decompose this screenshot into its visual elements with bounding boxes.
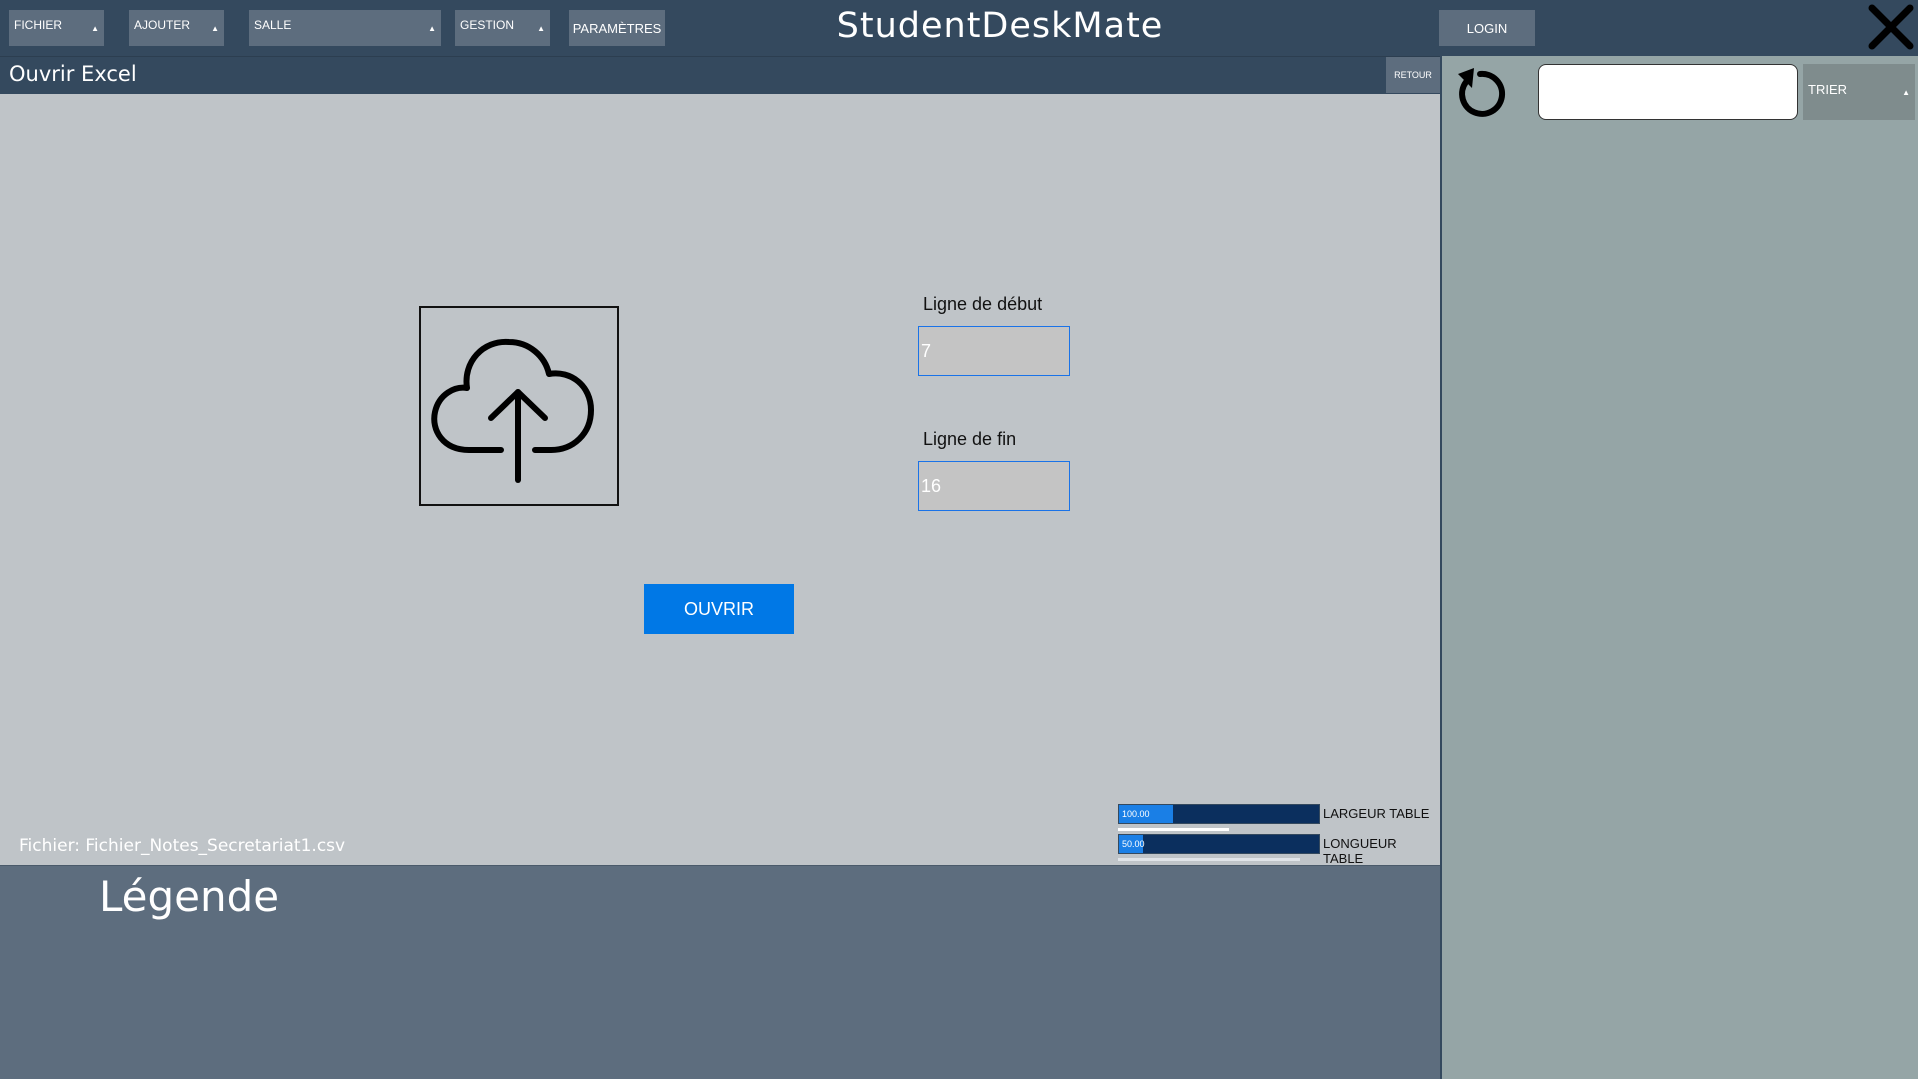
start-line-label: Ligne de début: [923, 294, 1043, 314]
gestion-menu[interactable]: GESTION ▲: [455, 10, 550, 46]
table-length-scrollbar-thumb[interactable]: [1118, 858, 1300, 861]
top-bar: FICHIER ▲ AJOUTER ▲ SALLE ▲ GESTION ▲ PA…: [0, 0, 1918, 56]
undo-icon[interactable]: [1450, 62, 1510, 122]
fichier-menu-label: FICHIER: [14, 18, 62, 32]
legend-panel: Légende: [0, 865, 1440, 1079]
table-length-value: 50.00: [1122, 839, 1145, 849]
ajouter-menu-label: AJOUTER: [134, 18, 191, 32]
sub-header: Ouvrir Excel RETOUR: [0, 56, 1440, 94]
salle-menu-label: SALLE: [254, 18, 292, 32]
table-width-value: 100.00: [1122, 809, 1150, 819]
caret-up-icon: ▲: [428, 24, 436, 33]
main-panel: Ligne de début Ligne de fin OUVRIR Fichi…: [0, 94, 1440, 866]
end-line-input[interactable]: [918, 461, 1070, 511]
table-width-scrollbar-thumb[interactable]: [1118, 828, 1230, 831]
cloud-upload-icon: [431, 338, 594, 483]
sort-dropdown[interactable]: TRIER ▲: [1803, 64, 1915, 120]
login-button[interactable]: LOGIN: [1439, 10, 1535, 46]
fichier-menu[interactable]: FICHIER ▲: [9, 10, 104, 46]
close-icon[interactable]: [1862, 0, 1918, 56]
table-width-scrollbar[interactable]: [1118, 828, 1320, 831]
right-sidebar: TRIER ▲: [1440, 56, 1918, 1079]
upload-dropzone[interactable]: [419, 306, 619, 506]
caret-up-icon: ▲: [91, 24, 99, 33]
start-line-input[interactable]: [918, 326, 1070, 376]
parametres-button[interactable]: PARAMÈTRES: [569, 10, 665, 46]
legend-title: Légende: [99, 872, 280, 921]
salle-menu[interactable]: SALLE ▲: [249, 10, 441, 46]
table-length-slider[interactable]: 50.00: [1118, 834, 1320, 854]
caret-up-icon: ▲: [1902, 88, 1910, 97]
gestion-menu-label: GESTION: [460, 18, 515, 32]
search-input[interactable]: [1538, 64, 1798, 120]
end-line-label: Ligne de fin: [923, 429, 1017, 449]
back-button[interactable]: RETOUR: [1386, 57, 1440, 93]
page-title: Ouvrir Excel: [9, 62, 137, 86]
table-length-label: LONGUEUR TABLE: [1323, 836, 1397, 866]
table-length-scrollbar[interactable]: [1118, 858, 1320, 861]
table-width-slider[interactable]: 100.00: [1118, 804, 1320, 824]
ajouter-menu[interactable]: AJOUTER ▲: [129, 10, 224, 46]
sort-dropdown-label: TRIER: [1808, 82, 1847, 97]
caret-up-icon: ▲: [537, 24, 545, 33]
open-button[interactable]: OUVRIR: [644, 584, 794, 634]
caret-up-icon: ▲: [211, 24, 219, 33]
table-width-label: LARGEUR TABLE: [1323, 806, 1430, 821]
app-title: StudentDeskMate: [836, 6, 1164, 46]
file-name-label: Fichier: Fichier_Notes_Secretariat1.csv: [19, 836, 346, 856]
